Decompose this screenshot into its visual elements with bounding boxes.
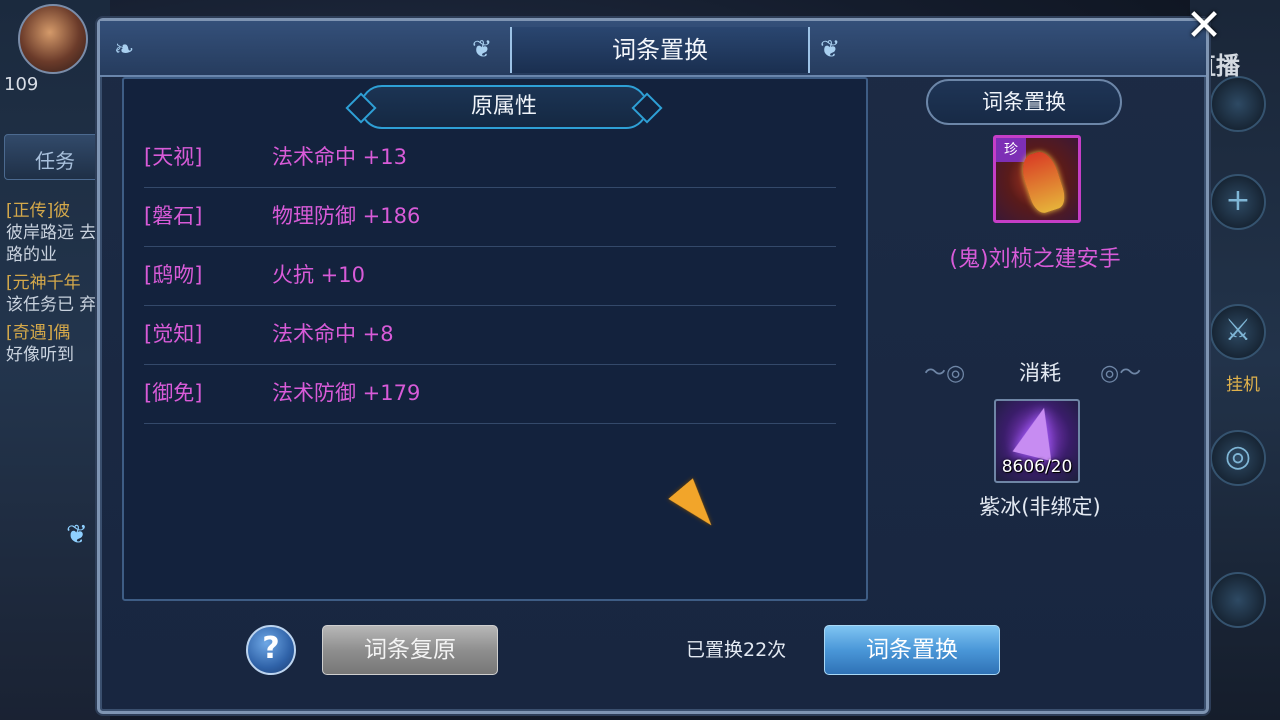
material-name: 紫冰(非绑定) <box>979 495 1101 519</box>
task-title[interactable]: [正传]彼 <box>6 200 106 222</box>
original-properties-label: 原属性 <box>360 85 648 129</box>
swirl-skill-icon[interactable]: ◎ <box>1210 430 1266 486</box>
property-value: 物理防御 +186 <box>272 204 421 228</box>
player-level: 109 <box>4 74 39 95</box>
property-row: [鸱吻] 火抗 +10 <box>144 247 836 306</box>
lock-icon[interactable] <box>1210 572 1266 628</box>
replace-entry-button[interactable]: 词条置换 <box>824 625 1000 675</box>
property-value: 法术命中 +8 <box>272 322 394 346</box>
property-value: 法术防御 +179 <box>272 381 421 405</box>
task-desc: 彼岸路远 去路的业 <box>6 223 97 265</box>
skill-button[interactable] <box>1210 76 1266 132</box>
property-value: 法术命中 +13 <box>272 145 407 169</box>
material-purple-crystal-icon[interactable]: 8606/20 <box>994 399 1080 483</box>
help-button[interactable]: ? <box>246 625 296 675</box>
cursor-arrow-icon <box>668 478 724 536</box>
corner-ornament-icon: ❧ <box>114 35 135 63</box>
property-row: [天视] 法术命中 +13 <box>144 129 836 188</box>
replace-count-text: 已置换22次 <box>686 639 787 661</box>
property-name: [鸱吻] <box>144 263 203 287</box>
property-name: [觉知] <box>144 322 203 346</box>
hangup-label[interactable]: 挂机 <box>1226 370 1260 395</box>
equipment-glove-icon[interactable]: 珍 <box>993 135 1081 223</box>
property-row: [磐石] 物理防御 +186 <box>144 188 836 247</box>
property-row: [御免] 法术防御 +179 <box>144 365 836 424</box>
dialog-header: ❧ ❦ 词条置换 ❦ <box>100 21 1206 77</box>
task-title[interactable]: [奇遇]偶 <box>6 322 106 344</box>
entry-replace-dialog: ❧ ❦ 词条置换 ❦ 原属性 [天视] 法术命中 +13 [磐石] 物理防御 +… <box>97 18 1209 714</box>
replace-section-label: 词条置换 <box>926 79 1122 125</box>
task-list: [正传]彼 彼岸路远 去路的业 [元神千年 该任务已 弃 [奇遇]偶 好像听到 <box>6 194 106 366</box>
restore-entry-button[interactable]: 词条复原 <box>322 625 498 675</box>
close-icon[interactable]: ✕ <box>1182 4 1226 50</box>
property-name: [御免] <box>144 381 203 405</box>
task-title[interactable]: [元神千年 <box>6 272 106 294</box>
task-desc: 该任务已 弃 <box>6 295 97 315</box>
material-count: 8606/20 <box>1001 457 1073 477</box>
dialog-title: 词条置换 <box>510 27 810 73</box>
title-ornament-left-icon: ❦ <box>472 35 493 63</box>
cloud-ornament-right-icon: ◎〜 <box>1100 361 1142 386</box>
task-desc: 好像听到 <box>6 345 74 365</box>
player-avatar[interactable] <box>18 4 88 74</box>
original-properties-panel: 原属性 [天视] 法术命中 +13 [磐石] 物理防御 +186 [鸱吻] 火抗… <box>122 77 868 601</box>
crystal-icon <box>1012 402 1064 462</box>
rarity-badge: 珍 <box>996 138 1026 162</box>
left-hud: 109 任务 [正传]彼 彼岸路远 去路的业 [元神千年 该任务已 弃 [奇遇]… <box>0 0 110 720</box>
swords-icon[interactable]: ⚔ <box>1210 304 1266 360</box>
property-row: [觉知] 法术命中 +8 <box>144 306 836 365</box>
task-tab[interactable]: 任务 <box>4 134 104 180</box>
item-name: (鬼)刘桢之建安手 <box>949 247 1121 272</box>
property-name: [天视] <box>144 145 203 169</box>
plus-icon[interactable]: + <box>1210 174 1266 230</box>
title-ornament-right-icon: ❦ <box>820 35 841 63</box>
property-value: 火抗 +10 <box>272 263 365 287</box>
property-name: [磐石] <box>144 204 203 228</box>
butterfly-decoration-icon: ❦ <box>66 520 88 550</box>
glove-icon <box>1017 148 1069 216</box>
